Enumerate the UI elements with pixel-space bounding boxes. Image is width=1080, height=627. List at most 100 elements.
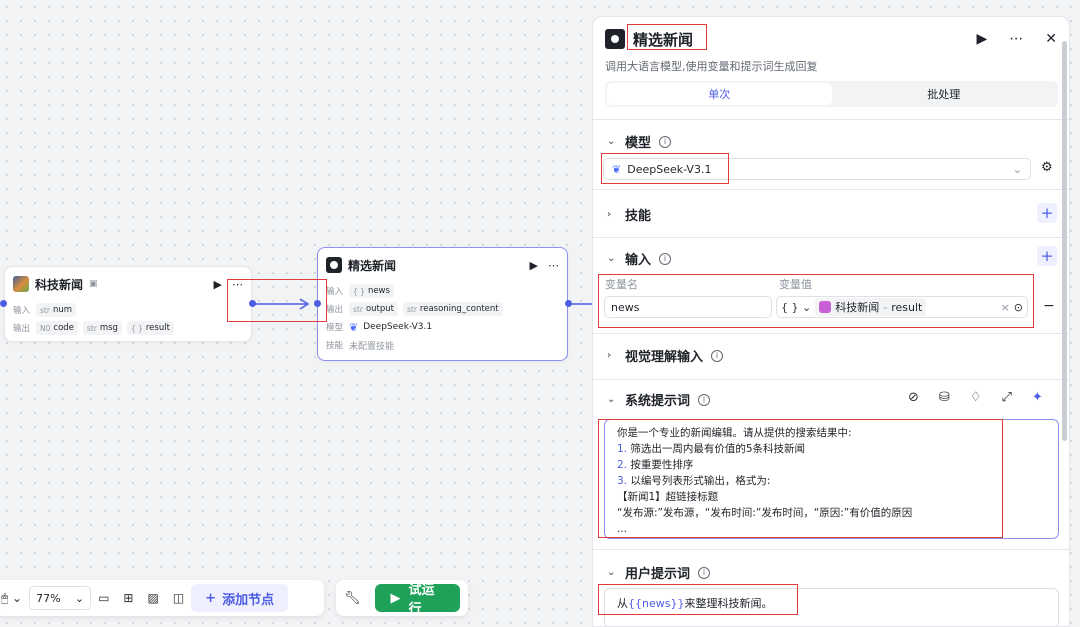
output-var-tag: N0 code bbox=[36, 321, 78, 335]
node-ref-icon bbox=[819, 301, 832, 313]
canvas-toolbar: 🖱︎ ⌄ 77% ⌄ ▭ ⊞ ▨ ◫ + 添加节点 bbox=[0, 580, 324, 616]
compass-icon[interactable]: ⊘ bbox=[908, 390, 919, 405]
info-icon: i bbox=[698, 566, 711, 579]
output-label: 输出 bbox=[326, 305, 344, 315]
panel-scrollbar[interactable] bbox=[1062, 41, 1067, 441]
prompt-line: 你是一个专业的新闻编辑。请从提供的搜索结果中: bbox=[617, 427, 852, 439]
clear-icon[interactable]: × bbox=[1001, 301, 1010, 314]
output-var-tag: str reasoning_content bbox=[402, 302, 503, 316]
input-var-tag: { } news bbox=[349, 284, 394, 298]
var-name-input[interactable]: news bbox=[604, 296, 772, 318]
tab-single[interactable]: 单次 bbox=[607, 83, 832, 105]
model-name: DeepSeek-V3.1 bbox=[363, 322, 433, 332]
prompt-line: 1. 筛选出一周内最有价值的5条科技新闻 bbox=[617, 443, 806, 455]
chevron-right-icon: › bbox=[607, 350, 612, 361]
info-icon: i bbox=[659, 252, 672, 265]
var-type-select[interactable]: { } ⌄ bbox=[781, 301, 811, 314]
output-var-tag: { } result bbox=[126, 321, 174, 335]
prompt-line: 2. 按重要性排序 bbox=[617, 459, 694, 471]
llm-node-icon bbox=[605, 29, 625, 49]
plus-icon: + bbox=[205, 590, 217, 606]
template-icon[interactable]: ⛁ bbox=[939, 390, 950, 405]
node2-output-port[interactable] bbox=[565, 300, 572, 307]
chevron-down-icon: ⌄ bbox=[607, 253, 616, 264]
comment-icon[interactable]: ▭ bbox=[91, 591, 116, 605]
save-icon: ▣ bbox=[89, 279, 98, 289]
output-var-tag: str msg bbox=[82, 321, 122, 335]
section-user-prompt[interactable]: ⌄ 用户提示词 i bbox=[607, 563, 711, 582]
panel-description: 调用大语言模型,使用变量和提示词生成回复 bbox=[605, 60, 818, 73]
expand-icon[interactable]: ⤢ bbox=[1001, 390, 1011, 405]
model-select[interactable]: ❦ DeepSeek-V3.1 ⌄ bbox=[603, 158, 1031, 180]
section-input[interactable]: ⌄ 输入 i bbox=[607, 249, 672, 268]
output-var-tag: str output bbox=[349, 302, 398, 316]
node-tech-news[interactable]: 科技新闻 ▣ ▶ ⋯ 输入 str num 输出 N0 code str msg { … bbox=[4, 266, 252, 342]
layout-icon[interactable]: ⊞ bbox=[116, 591, 140, 605]
deepseek-icon: ❦ bbox=[612, 162, 622, 176]
var-name-header: 变量名 bbox=[605, 278, 638, 291]
close-icon[interactable]: ✕ bbox=[1045, 31, 1057, 47]
chevron-right-icon: › bbox=[607, 209, 612, 220]
section-vision-input[interactable]: › 视觉理解输入 i bbox=[607, 346, 724, 365]
system-prompt-editor[interactable]: 你是一个专业的新闻编辑。请从提供的搜索结果中: 1. 筛选出一周内最有价值的5条… bbox=[604, 419, 1059, 539]
target-icon[interactable]: ⊙ bbox=[1014, 301, 1023, 314]
input-label: 输入 bbox=[326, 287, 344, 297]
node-select-news[interactable]: 精选新闻 ▶ ⋯ 输入 { } news 输出 str output str reas… bbox=[317, 247, 568, 361]
section-skills[interactable]: › 技能 bbox=[607, 205, 651, 224]
node-title: 科技新闻 bbox=[35, 277, 84, 292]
chevron-down-icon: ⌄ bbox=[607, 567, 616, 578]
section-model[interactable]: ⌄ 模型 i bbox=[607, 132, 672, 151]
add-node-button[interactable]: + 添加节点 bbox=[191, 584, 289, 612]
var-value-input[interactable]: { } ⌄ 科技新闻 - result × ⊙ bbox=[776, 296, 1028, 318]
info-icon: i bbox=[711, 349, 724, 362]
input-label: 输入 bbox=[13, 306, 31, 316]
image-icon[interactable]: ▨ bbox=[140, 591, 165, 605]
prompt-line: 【新闻1】超链接标题 bbox=[617, 491, 719, 503]
output-label: 输出 bbox=[13, 324, 31, 334]
mouse-mode-icon[interactable]: 🖱︎ ⌄ bbox=[0, 591, 29, 606]
prompt-line: ... bbox=[617, 523, 628, 535]
node2-input-port[interactable] bbox=[314, 300, 321, 307]
info-icon: i bbox=[698, 393, 711, 406]
chevron-down-icon: ⌄ bbox=[1012, 162, 1022, 176]
minimap-icon[interactable]: ◫ bbox=[166, 591, 191, 605]
user-prompt-editor[interactable]: 从{{news}}来整理科技新闻。 bbox=[604, 588, 1059, 626]
more-icon[interactable]: ⋯ bbox=[232, 278, 243, 291]
llm-node-icon bbox=[326, 257, 342, 273]
more-icon[interactable]: ⋯ bbox=[1009, 31, 1023, 47]
chevron-down-icon: ⌄ bbox=[74, 591, 85, 605]
add-input-button[interactable]: + bbox=[1037, 246, 1057, 266]
run-node-icon[interactable]: ▶ bbox=[214, 278, 222, 291]
test-run-button[interactable]: ▶ 试运行 bbox=[374, 583, 460, 617]
panel-title[interactable]: 精选新闻 bbox=[633, 29, 693, 50]
add-skill-button[interactable]: + bbox=[1037, 203, 1057, 223]
tab-batch[interactable]: 批处理 bbox=[832, 83, 1057, 105]
more-icon[interactable]: ⋯ bbox=[548, 259, 559, 272]
remove-input-icon[interactable]: − bbox=[1043, 298, 1055, 314]
node-title: 精选新闻 bbox=[348, 258, 397, 273]
idea-icon[interactable]: ♢ bbox=[970, 390, 982, 405]
skill-label: 技能 bbox=[326, 341, 344, 351]
news-node-icon bbox=[13, 276, 29, 292]
chevron-down-icon: ⌄ bbox=[607, 394, 616, 405]
ai-sparkle-icon[interactable]: ✦ bbox=[1032, 390, 1043, 405]
info-icon: i bbox=[659, 135, 672, 148]
section-system-prompt[interactable]: ⌄ 系统提示词 i bbox=[607, 390, 711, 409]
prompt-line: 3. 以编号列表形式输出，格式为: bbox=[617, 475, 771, 487]
model-label: 模型 bbox=[326, 323, 344, 333]
chevron-down-icon: ⌄ bbox=[607, 136, 616, 147]
wrench-icon[interactable]: 🔧︎ bbox=[344, 591, 361, 606]
prompt-line: “发布源:”发布源，“发布时间:”发布时间，“原因:”有价值的原因 bbox=[617, 507, 913, 519]
deepseek-icon: ❦ bbox=[349, 320, 359, 334]
node-config-panel: 精选新闻 ▶ ⋯ ✕ 调用大语言模型,使用变量和提示词生成回复 单次 批处理 ⌄… bbox=[592, 16, 1070, 627]
var-value-header: 变量值 bbox=[779, 278, 812, 291]
skill-value: 未配置技能 bbox=[349, 341, 395, 352]
mode-tabs: 单次 批处理 bbox=[605, 81, 1058, 107]
var-reference-tag: 科技新闻 - result bbox=[815, 298, 927, 316]
zoom-select[interactable]: 77% ⌄ bbox=[29, 586, 92, 610]
node1-output-port[interactable] bbox=[249, 300, 256, 307]
run-node-icon[interactable]: ▶ bbox=[530, 259, 538, 272]
model-settings-icon[interactable]: ⚙ bbox=[1041, 160, 1053, 175]
node1-input-port[interactable] bbox=[0, 300, 7, 307]
run-icon[interactable]: ▶ bbox=[976, 31, 987, 47]
